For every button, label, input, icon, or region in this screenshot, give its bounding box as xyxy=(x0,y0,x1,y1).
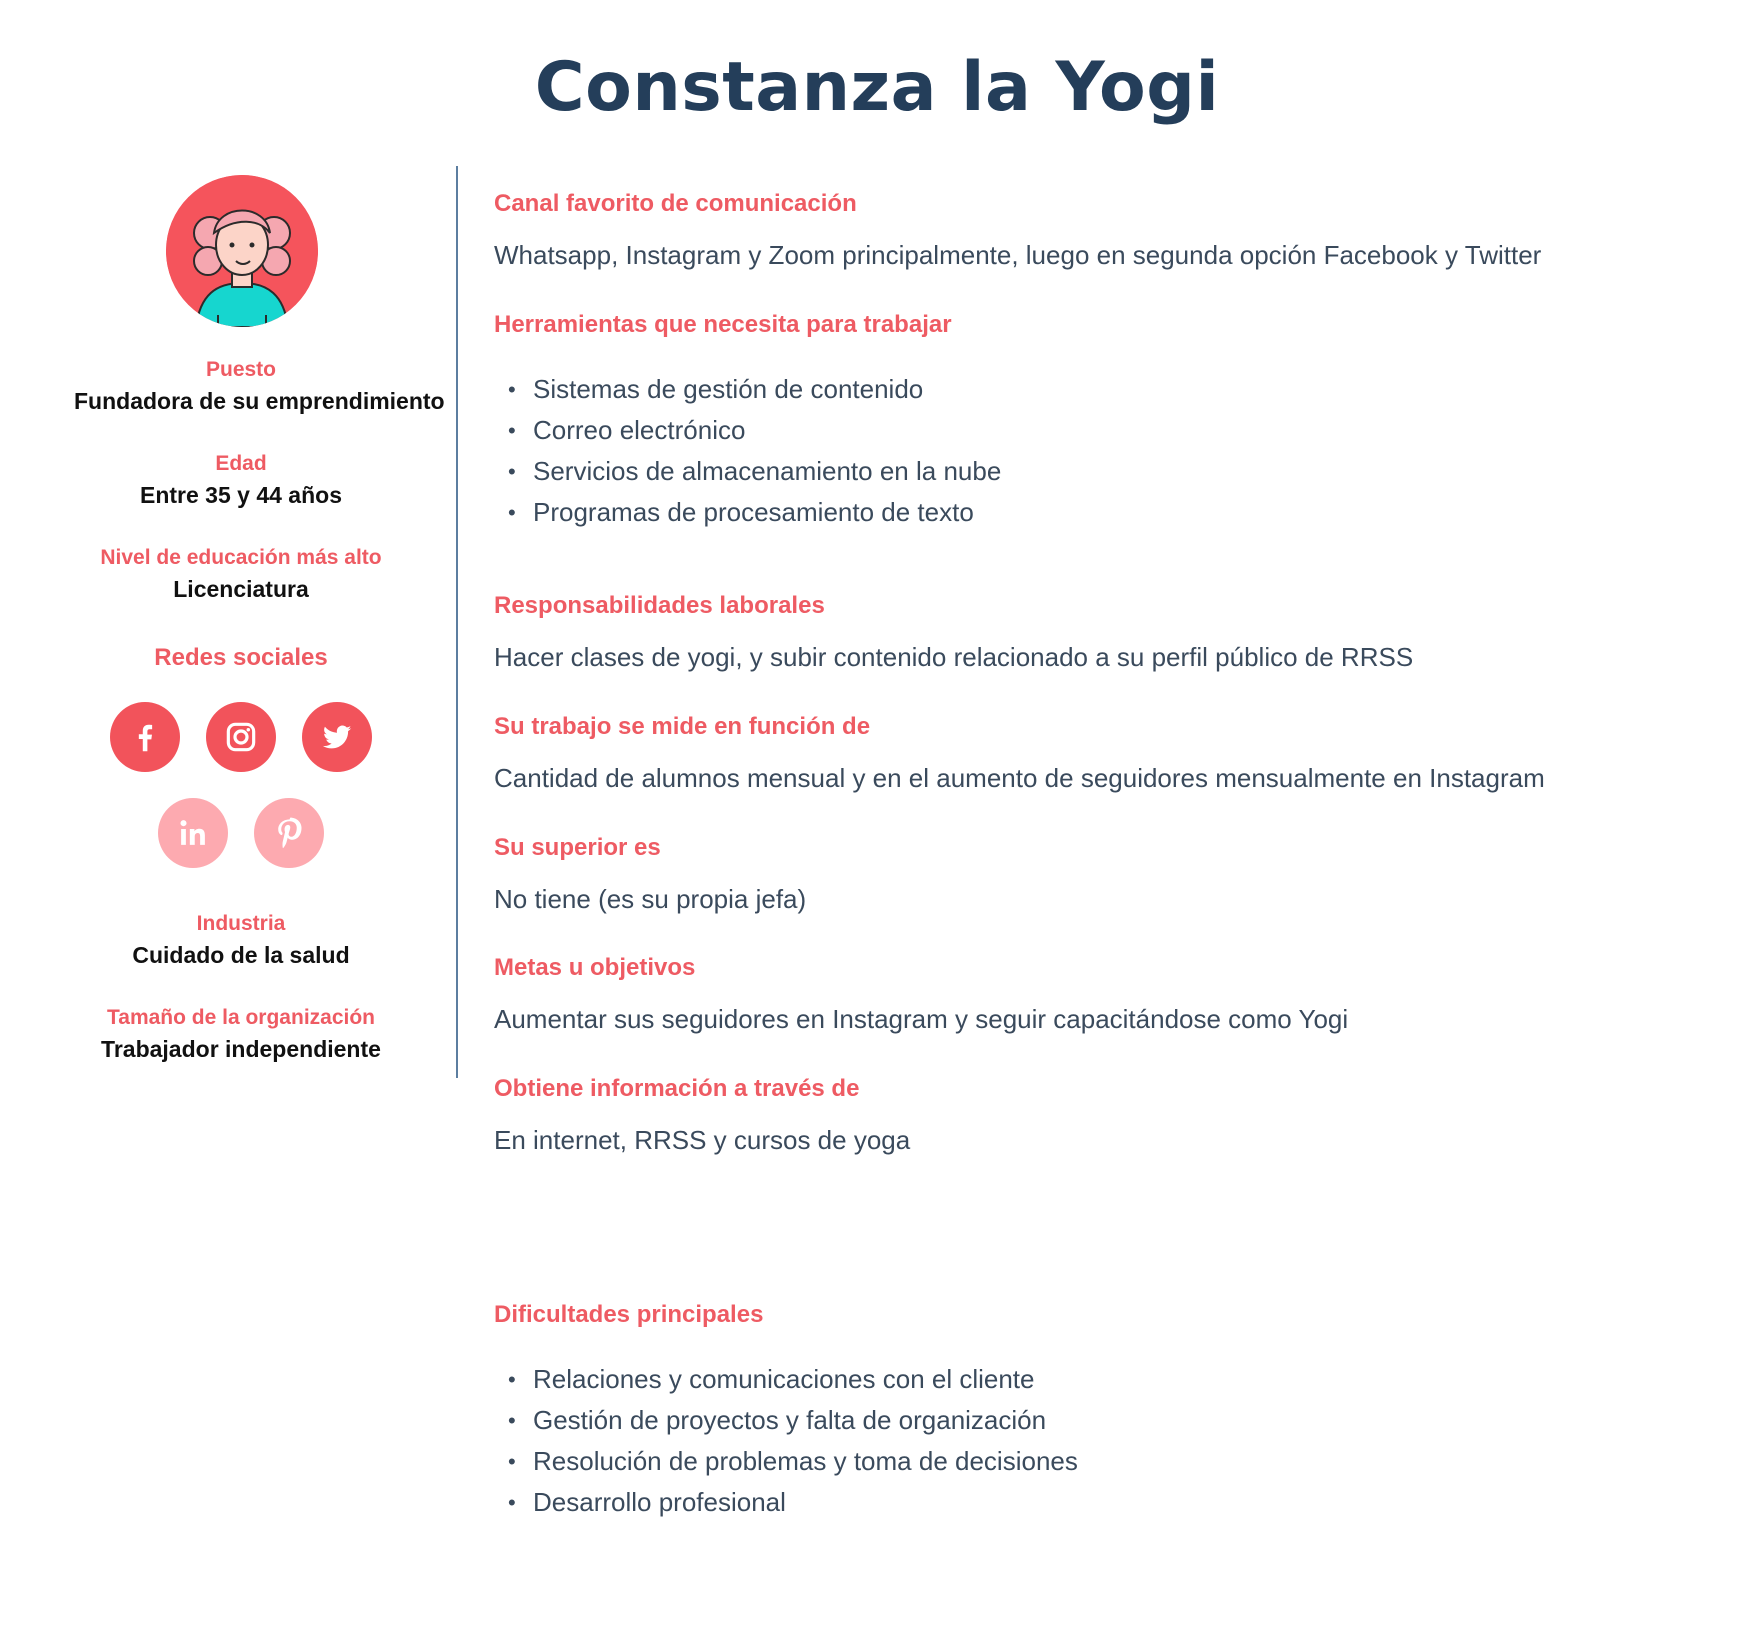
medicion-text: Cantidad de alumnos mensual y en el aume… xyxy=(494,763,1545,793)
edad-label: Edad xyxy=(215,452,267,475)
list-item: Relaciones y comunicaciones con el clien… xyxy=(494,1359,1078,1400)
superior-label: Su superior es xyxy=(494,834,661,861)
facebook-icon[interactable] xyxy=(110,702,180,772)
redes-sociales-heading: Redes sociales xyxy=(154,644,328,671)
list-item: Correo electrónico xyxy=(494,410,1001,451)
list-item: Programas de procesamiento de texto xyxy=(494,492,1001,533)
responsabilidades-label: Responsabilidades laborales xyxy=(494,592,825,619)
superior-text: No tiene (es su propia jefa) xyxy=(494,884,807,914)
industria-value: Cuidado de la salud xyxy=(132,942,350,968)
responsabilidades-text: Hacer clases de yogi, y subir contenido … xyxy=(494,642,1414,672)
informacion-section: Obtiene información a través de En inter… xyxy=(494,1075,910,1156)
educacion-value: Licenciatura xyxy=(173,576,309,602)
instagram-icon[interactable] xyxy=(206,702,276,772)
metas-label: Metas u objetivos xyxy=(494,954,696,981)
medicion-section: Su trabajo se mide en función de Cantida… xyxy=(494,713,1545,794)
puesto-label: Puesto xyxy=(205,358,276,381)
herramientas-label: Herramientas que necesita para trabajar xyxy=(494,311,952,338)
list-item: Desarrollo profesional xyxy=(494,1482,1078,1523)
column-divider xyxy=(456,166,458,1078)
edad-field: Edad Entre 35 y 44 años xyxy=(40,452,442,509)
dificultades-list: Relaciones y comunicaciones con el clien… xyxy=(494,1359,1078,1523)
edad-value: Entre 35 y 44 años xyxy=(140,482,342,508)
dificultades-label: Dificultades principales xyxy=(494,1301,764,1328)
pinterest-icon[interactable] xyxy=(254,798,324,868)
tamano-label: Tamaño de la organización xyxy=(107,1006,375,1029)
herramientas-list: Sistemas de gestión de contenido Correo … xyxy=(494,369,1001,533)
twitter-icon[interactable] xyxy=(302,702,372,772)
dificultades-section: Dificultades principales Relaciones y co… xyxy=(494,1301,1078,1523)
informacion-text: En internet, RRSS y cursos de yoga xyxy=(494,1125,911,1155)
tamano-field: Tamaño de la organización Trabajador ind… xyxy=(40,1006,442,1063)
responsabilidades-section: Responsabilidades laborales Hacer clases… xyxy=(494,592,1413,673)
list-item: Resolución de problemas y toma de decisi… xyxy=(494,1441,1078,1482)
metas-section: Metas u objetivos Aumentar sus seguidore… xyxy=(494,954,1348,1035)
canal-text: Whatsapp, Instagram y Zoom principalment… xyxy=(494,240,1542,270)
herramientas-section: Herramientas que necesita para trabajar … xyxy=(494,311,1001,533)
canal-label: Canal favorito de comunicación xyxy=(494,190,857,217)
page-title: Constanza la Yogi xyxy=(534,48,1220,127)
informacion-label: Obtiene información a través de xyxy=(494,1075,860,1102)
tamano-value: Trabajador independiente xyxy=(101,1036,381,1062)
educacion-label: Nivel de educación más alto xyxy=(100,546,382,569)
list-item: Gestión de proyectos y falta de organiza… xyxy=(494,1400,1078,1441)
avatar-illustration xyxy=(166,175,318,327)
puesto-field: Puesto Fundadora de su emprendimiento xyxy=(40,358,445,415)
metas-text: Aumentar sus seguidores en Instagram y s… xyxy=(494,1004,1349,1034)
linkedin-icon[interactable] xyxy=(158,798,228,868)
industria-field: Industria Cuidado de la salud xyxy=(40,912,442,969)
avatar xyxy=(166,175,318,327)
industria-label: Industria xyxy=(196,912,286,935)
list-item: Sistemas de gestión de contenido xyxy=(494,369,1001,410)
puesto-value: Fundadora de su emprendimiento xyxy=(74,388,445,414)
educacion-field: Nivel de educación más alto Licenciatura xyxy=(40,546,442,603)
medicion-label: Su trabajo se mide en función de xyxy=(494,713,871,740)
superior-section: Su superior es No tiene (es su propia je… xyxy=(494,834,806,915)
list-item: Servicios de almacenamiento en la nube xyxy=(494,451,1001,492)
canal-section: Canal favorito de comunicación Whatsapp,… xyxy=(494,190,1541,271)
